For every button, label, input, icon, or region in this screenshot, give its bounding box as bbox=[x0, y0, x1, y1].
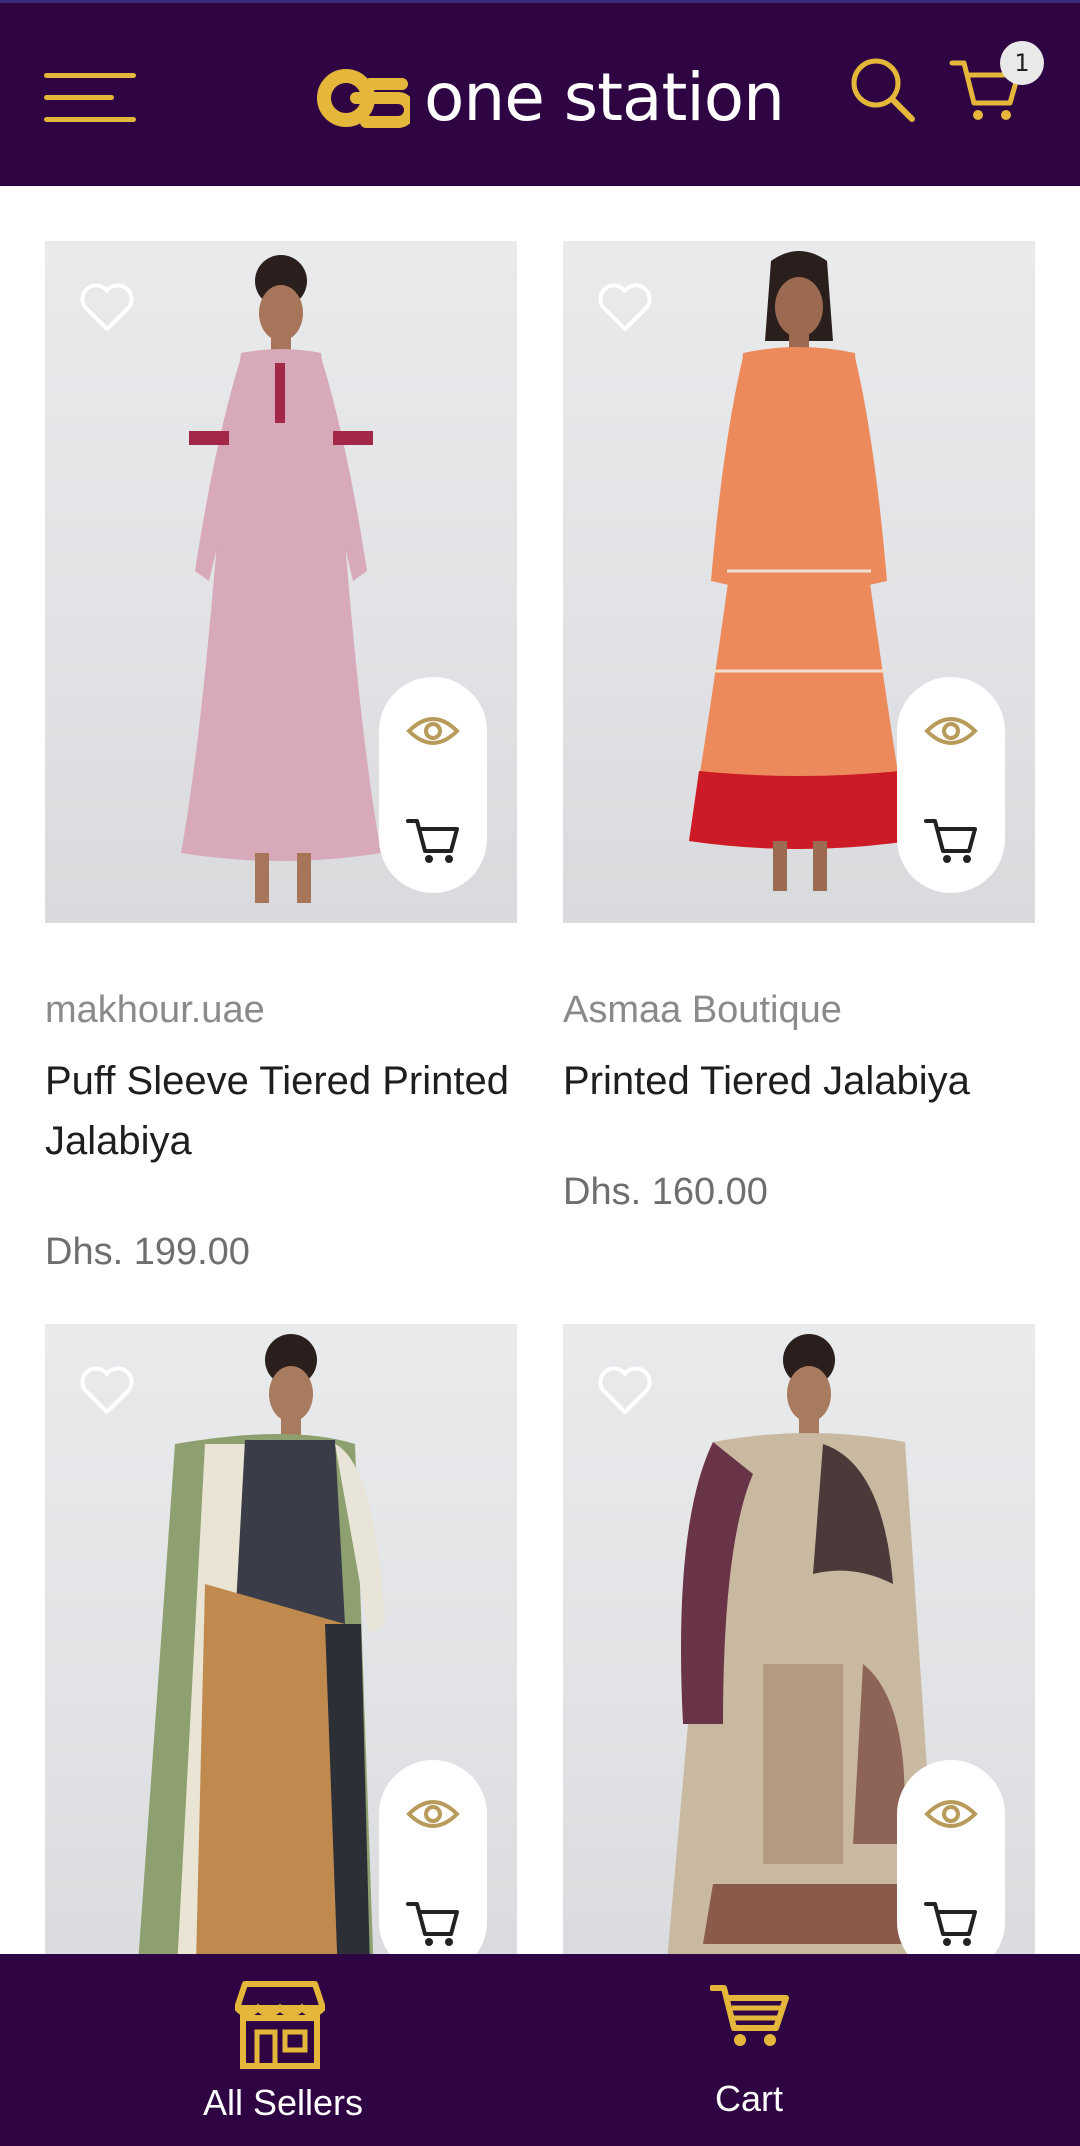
eye-icon[interactable] bbox=[405, 1794, 461, 1834]
store-icon bbox=[235, 1981, 325, 2069]
heart-icon[interactable] bbox=[79, 1364, 135, 1416]
heart-icon[interactable] bbox=[597, 281, 653, 333]
cart-icon bbox=[710, 1985, 789, 2046]
product-title[interactable]: Printed Tiered Jalabiya bbox=[563, 1051, 1043, 1111]
heart-icon[interactable] bbox=[79, 281, 135, 333]
heart-icon[interactable] bbox=[597, 1364, 653, 1416]
quick-actions bbox=[379, 677, 487, 893]
product-image[interactable] bbox=[563, 241, 1035, 923]
quick-actions bbox=[897, 1760, 1005, 1954]
eye-icon[interactable] bbox=[923, 1794, 979, 1834]
nav-cart[interactable]: Cart bbox=[700, 1954, 800, 2146]
product-card[interactable]: Asmaa Boutique Printed Tiered Jalabiya D… bbox=[563, 241, 1035, 1213]
product-card[interactable] bbox=[563, 1324, 1035, 1954]
menu-icon[interactable] bbox=[44, 73, 136, 123]
product-price: Dhs. 199.00 bbox=[45, 1231, 250, 1273]
brand-name: one station bbox=[424, 59, 785, 136]
quick-actions bbox=[897, 677, 1005, 893]
add-to-cart-icon[interactable] bbox=[405, 1896, 461, 1948]
eye-icon[interactable] bbox=[405, 711, 461, 751]
nav-label: Cart bbox=[715, 2078, 784, 2119]
eye-icon[interactable] bbox=[923, 711, 979, 751]
product-image[interactable] bbox=[45, 1324, 517, 1954]
product-image[interactable] bbox=[563, 1324, 1035, 1954]
product-card[interactable]: makhour.uae Puff Sleeve Tiered Printed J… bbox=[45, 241, 517, 1273]
add-to-cart-icon[interactable] bbox=[923, 813, 979, 865]
brand-mark-icon bbox=[317, 69, 410, 128]
seller-name[interactable]: makhour.uae bbox=[45, 989, 265, 1032]
cart-count-badge: 1 bbox=[1000, 41, 1044, 85]
top-app-bar: one station 1 bbox=[0, 0, 1080, 186]
nav-all-sellers[interactable]: All Sellers bbox=[180, 1954, 380, 2146]
quick-actions bbox=[379, 1760, 487, 1954]
app-screen: one station 1 makhour.uae Puff Sleeve Ti… bbox=[0, 0, 1080, 2146]
seller-name[interactable]: Asmaa Boutique bbox=[563, 989, 842, 1032]
add-to-cart-icon[interactable] bbox=[923, 1896, 979, 1948]
nav-label: All Sellers bbox=[203, 2082, 364, 2123]
dress-body bbox=[181, 349, 381, 861]
add-to-cart-icon[interactable] bbox=[405, 813, 461, 865]
product-grid: makhour.uae Puff Sleeve Tiered Printed J… bbox=[0, 186, 1080, 1954]
product-price: Dhs. 160.00 bbox=[563, 1171, 768, 1213]
search-icon[interactable] bbox=[846, 53, 918, 125]
bottom-navigation: All Sellers Cart bbox=[0, 1954, 1080, 2146]
product-title[interactable]: Puff Sleeve Tiered Printed Jalabiya bbox=[45, 1051, 525, 1171]
brand-logo[interactable]: one station bbox=[316, 53, 785, 143]
product-card[interactable] bbox=[45, 1324, 517, 1954]
product-image[interactable] bbox=[45, 241, 517, 923]
